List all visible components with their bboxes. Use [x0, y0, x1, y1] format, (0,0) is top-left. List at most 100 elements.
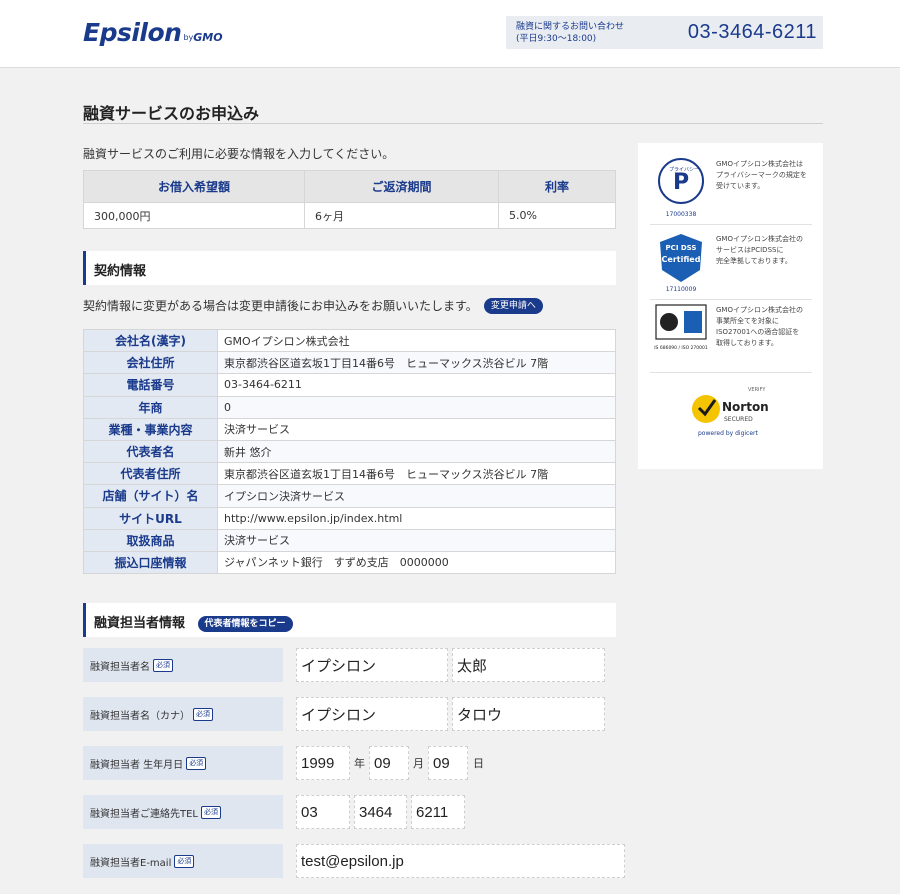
row-label: 店舗（サイト）名 — [83, 484, 218, 508]
pci-dss-cert: PCI DSS Certified 17110009 GMOイプシロン株式会社の… — [650, 230, 812, 300]
label-text: 融資担当者名（カナ） — [90, 710, 190, 722]
row-label: 取扱商品 — [83, 528, 218, 552]
contract-info-table: 会社名(漢字) GMOイプシロン株式会社 会社住所 東京都渋谷区道玄坂1丁目14番6… — [83, 328, 616, 575]
pci-dss-icon[interactable]: PCI DSS Certified 17110009 — [654, 230, 708, 294]
officer-last-kana-input[interactable]: イプシロン — [296, 697, 448, 731]
norton-powered: powered by digicert — [698, 430, 758, 437]
officer-tel-label: 融資担当者ご連絡先TEL 必須 — [83, 795, 283, 829]
table-row: 会社名(漢字) GMOイプシロン株式会社 — [83, 328, 616, 353]
norton-secured-seal[interactable]: VERIFY Norton SECURED powered by digicer… — [686, 383, 776, 439]
loan-summary-table: お借入希望額 ご返済期間 利率 300,000円 6ヶ月 5.0% — [83, 170, 616, 229]
tel-part3-input[interactable]: 6211 — [411, 795, 465, 829]
required-badge: 必須 — [201, 805, 221, 819]
summary-header-period: ご返済期間 — [304, 170, 499, 203]
title-divider — [83, 123, 823, 124]
summary-period: 6ヶ月 — [304, 202, 499, 229]
iso-27001-icon[interactable]: IS 686090 / ISO 270001 — [654, 301, 708, 365]
logo-gmo: GMO — [193, 31, 223, 44]
required-badge: 必須 — [174, 854, 195, 868]
officer-last-name-input[interactable]: イプシロン — [296, 648, 448, 682]
table-row: 会社住所 東京都渋谷区道玄坂1丁目14番6号 ヒューマックス渋谷ビル 7階 — [83, 351, 616, 375]
label-text: 融資担当者名 — [90, 661, 150, 673]
row-value: 決済サービス — [217, 528, 616, 552]
table-row: 代表者住所 東京都渋谷区道玄坂1丁目14番6号 ヒューマックス渋谷ビル 7階 — [83, 462, 616, 486]
change-request-button[interactable]: 変更申請へ — [483, 297, 543, 314]
contract-notice-text: 契約情報に変更がある場合は変更申請後にお申込みをお願いいたします。 — [83, 299, 478, 313]
contact-label: 融資に関するお問い合わせ (平日9:30〜18:00) — [516, 21, 624, 45]
officer-kana-label: 融資担当者名（カナ） 必須 — [83, 697, 283, 731]
privacy-mark-cert: P プライバシー 17000338 GMOイプシロン株式会社は プライバシーマー… — [650, 155, 812, 225]
birth-day-input[interactable]: 09 — [428, 746, 468, 780]
tel-part1-input[interactable]: 03 — [296, 795, 350, 829]
contract-notice: 契約情報に変更がある場合は変更申請後にお申込みをお願いいたします。 変更申請へ — [83, 297, 543, 314]
unit-day: 日 — [473, 757, 484, 770]
table-row: 年商 0 — [83, 395, 616, 419]
row-label: 会社名(漢字) — [83, 328, 218, 353]
contract-section-header: 契約情報 — [83, 251, 616, 285]
privacy-mark-icon[interactable]: P プライバシー 17000338 — [654, 155, 708, 219]
officer-birth-row: 融資担当者 生年月日 必須 1999 年 09 月 09 日 — [83, 746, 643, 780]
pci-mid-text: Certified — [662, 255, 701, 264]
row-label: 代表者名 — [83, 439, 218, 464]
officer-section-header: 融資担当者情報 代表者情報をコピー — [83, 603, 616, 637]
iso-code: IS 686090 / ISO 270001 — [654, 345, 708, 351]
norton-name: Norton — [722, 400, 769, 414]
pci-code: 17110009 — [666, 286, 697, 293]
row-value: GMOイプシロン株式会社 — [217, 328, 616, 353]
summary-rate: 5.0% — [498, 202, 616, 229]
pci-text: GMOイプシロン株式会社の サービスはPCIDSSに 完全準拠しております。 — [716, 235, 803, 265]
officer-section-title: 融資担当者情報 — [94, 616, 186, 631]
officer-tel-row: 融資担当者ご連絡先TEL 必須 03 3464 6211 — [83, 795, 643, 829]
table-row: 取扱商品 決済サービス — [83, 528, 616, 552]
unit-year: 年 — [354, 757, 365, 770]
copy-representative-button[interactable]: 代表者情報をコピー — [197, 615, 293, 632]
officer-name-row: 融資担当者名 必須 イプシロン 太郎 — [83, 648, 643, 682]
summary-header-rate: 利率 — [498, 170, 616, 203]
row-label: 振込口座情報 — [83, 550, 218, 575]
norton-icon: VERIFY Norton SECURED powered by digicer… — [692, 387, 769, 437]
officer-first-kana-input[interactable]: タロウ — [452, 697, 605, 731]
row-value: 決済サービス — [217, 417, 616, 441]
privacy-text: GMOイプシロン株式会社は プライバシーマークの規定を 受けています。 — [716, 160, 807, 190]
table-row: サイトURL http://www.epsilon.jp/index.html — [83, 506, 616, 530]
row-value: ジャパンネット銀行 すずめ支店 0000000 — [217, 550, 616, 575]
site-header: Epsilon by GMO 融資に関するお問い合わせ (平日9:30〜18:0… — [0, 0, 900, 68]
row-value: 03-3464-6211 — [217, 373, 616, 397]
summary-amount: 300,000円 — [83, 202, 305, 229]
birth-month-input[interactable]: 09 — [369, 746, 409, 780]
epsilon-logo[interactable]: Epsilon by GMO — [83, 18, 223, 47]
birth-year-input[interactable]: 1999 — [296, 746, 350, 780]
officer-birth-label: 融資担当者 生年月日 必須 — [83, 746, 283, 780]
officer-email-label: 融資担当者E-mail 必須 — [83, 844, 283, 878]
pci-top-text: PCI DSS — [666, 244, 697, 252]
logo-by: by — [183, 33, 194, 42]
norton-secured: SECURED — [724, 416, 753, 423]
row-label: 年商 — [83, 395, 218, 419]
table-row: 電話番号 03-3464-6211 — [83, 373, 616, 397]
row-label: 業種・事業内容 — [83, 417, 218, 441]
contact-phone[interactable]: 03-3464-6211 — [688, 21, 817, 44]
row-value: 新井 悠介 — [217, 439, 616, 464]
privacy-mark-text: プライバシー — [669, 167, 699, 173]
label-text: 融資担当者E-mail — [90, 857, 172, 869]
row-value: 東京都渋谷区道玄坂1丁目14番6号 ヒューマックス渋谷ビル 7階 — [217, 351, 616, 375]
required-badge: 必須 — [186, 756, 207, 770]
table-row: 振込口座情報 ジャパンネット銀行 すずめ支店 0000000 — [83, 550, 616, 575]
norton-verify: VERIFY — [748, 387, 766, 393]
row-label: サイトURL — [83, 506, 218, 530]
contact-hours: (平日9:30〜18:00) — [516, 34, 597, 44]
contact-label-line1: 融資に関するお問い合わせ — [516, 22, 625, 32]
svg-text:P: P — [673, 170, 689, 195]
intro-text: 融資サービスのご利用に必要な情報を入力してください。 — [83, 147, 395, 161]
certification-sidebar: P プライバシー 17000338 GMOイプシロン株式会社は プライバシーマー… — [638, 143, 823, 469]
row-value: http://www.epsilon.jp/index.html — [217, 506, 616, 530]
officer-name-label: 融資担当者名 必須 — [83, 648, 283, 682]
iso-cert: IS 686090 / ISO 270001 GMOイプシロン株式会社の 事業所… — [650, 301, 812, 373]
tel-part2-input[interactable]: 3464 — [354, 795, 407, 829]
table-row: 業種・事業内容 決済サービス — [83, 417, 616, 441]
contract-section-title: 契約情報 — [94, 264, 147, 279]
officer-email-input[interactable]: test@epsilon.jp — [296, 844, 625, 878]
logo-wordmark: Epsilon — [83, 18, 182, 47]
row-value: 東京都渋谷区道玄坂1丁目14番6号 ヒューマックス渋谷ビル 7階 — [217, 462, 616, 486]
officer-first-name-input[interactable]: 太郎 — [452, 648, 605, 682]
